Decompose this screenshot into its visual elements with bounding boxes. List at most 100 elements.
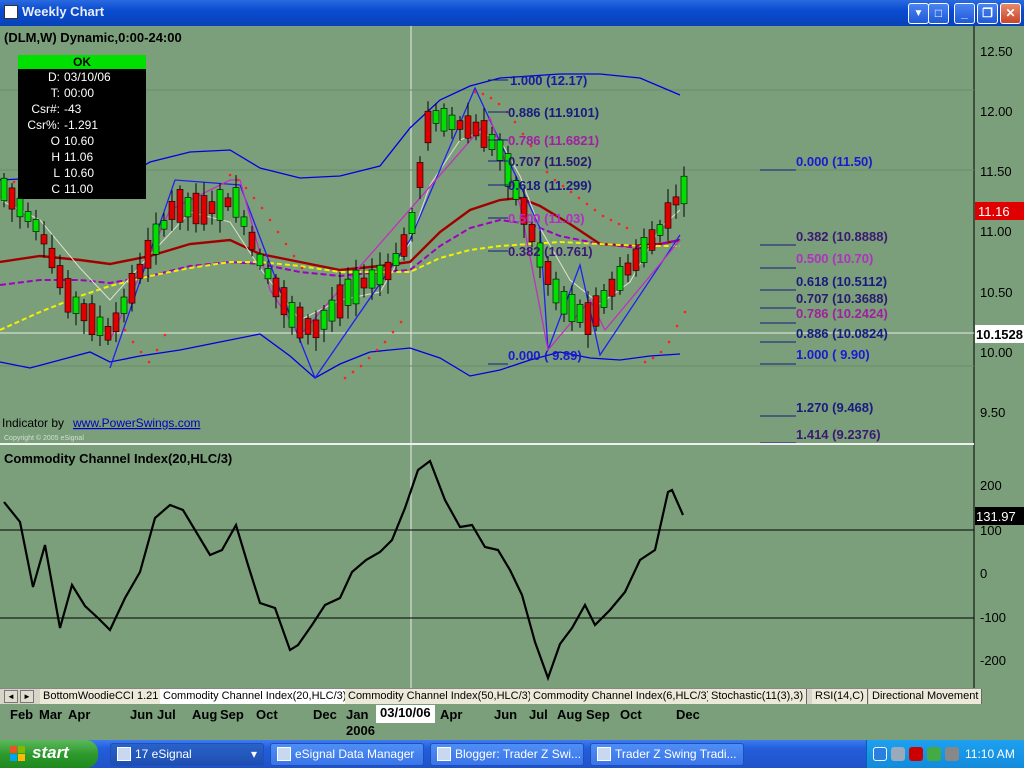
tab-stochastic[interactable]: Stochastic(11(3),3) <box>708 689 808 704</box>
date-tick: Apr <box>440 707 463 722</box>
candle-body <box>392 253 400 266</box>
app-tray-icon[interactable] <box>927 747 941 761</box>
candle-body <box>80 303 88 322</box>
start-button[interactable]: start <box>0 740 98 768</box>
info-row: H 11.06 <box>51 150 94 164</box>
task-trader-z[interactable]: Trader Z Swing Tradi... <box>590 743 744 766</box>
network-icon[interactable] <box>891 747 905 761</box>
candle-body <box>600 290 608 308</box>
candle-body <box>264 268 272 280</box>
candle-body <box>464 115 472 139</box>
candle-body <box>16 197 24 218</box>
cci-tick: 200 <box>980 478 1002 493</box>
date-tick: Feb <box>10 707 34 722</box>
tab-directional-movement[interactable]: Directional Movement <box>869 689 983 704</box>
task-data-manager[interactable]: eSignal Data Manager <box>270 743 424 766</box>
candle-body <box>592 295 600 327</box>
candle-body <box>72 296 80 314</box>
candle-body <box>440 107 448 132</box>
fib-label: 0.000 ( 9.89) <box>508 348 582 363</box>
clock: 11:10 AM <box>965 747 1015 761</box>
windows-taskbar: start 17 eSignal ▾ eSignal Data Manager B… <box>0 740 1024 768</box>
system-tray: 11:10 AM <box>866 740 1024 768</box>
candle-body <box>632 248 640 271</box>
panel-separator[interactable] <box>0 443 974 445</box>
fib-label: 1.414 (9.2376) <box>796 427 881 442</box>
volume-icon[interactable] <box>945 747 959 761</box>
tab-cci-50[interactable]: Commodity Channel Index(50,HLC/3) <box>345 689 536 704</box>
cci-tick: -100 <box>980 610 1006 625</box>
info-row: L 10.60 <box>53 166 95 180</box>
candle-body <box>224 197 232 208</box>
security-icon[interactable] <box>909 747 923 761</box>
candle-body <box>168 200 176 220</box>
cursor-info-box: OK D: 03/10/06 T: 00:00 Csr#: -43 Csr%: -1.2… <box>18 55 146 199</box>
candle-body <box>104 326 112 341</box>
candle-body <box>144 239 152 269</box>
date-tick: Mar <box>39 707 63 722</box>
fib-label: 0.786 (10.2424) <box>796 306 888 321</box>
candle-body <box>120 296 128 314</box>
chart-canvas[interactable]: 12.50 12.00 11.50 11.00 10.50 10.00 9.50… <box>0 0 1024 740</box>
price-tick: 11.00 <box>980 224 1012 239</box>
tab-cci-20[interactable]: Commodity Channel Index(20,HLC/3) <box>160 689 351 704</box>
candle-body <box>424 110 432 144</box>
candle-body <box>304 318 312 335</box>
candle-body <box>480 120 488 148</box>
year-label: 2006 <box>346 723 375 738</box>
task-esignal[interactable]: 17 eSignal ▾ <box>110 743 264 766</box>
candle-body <box>112 312 120 332</box>
powerswings-link[interactable]: www.PowerSwings.com <box>72 416 200 430</box>
candle-body <box>384 261 392 281</box>
price-tick: 12.00 <box>980 104 1013 119</box>
candle-body <box>8 187 16 210</box>
fib-label: 0.786 (11.6821) <box>508 133 599 148</box>
candle-body <box>416 162 424 188</box>
candle-body <box>648 229 656 251</box>
cci-line <box>3 459 685 682</box>
candle-body <box>336 284 344 319</box>
candle-body <box>640 237 648 263</box>
fib-label: 1.000 ( 9.90) <box>796 347 870 362</box>
fib-label: 0.886 (11.9101) <box>508 105 599 120</box>
tab-bottomwoodiecci[interactable]: BottomWoodieCCI 1.21 <box>40 689 163 704</box>
fib-label: 1.270 (9.468) <box>796 400 873 415</box>
date-tick: Aug <box>557 707 583 722</box>
date-tick: Aug <box>192 707 218 722</box>
candle-body <box>296 306 304 339</box>
task-blogger[interactable]: Blogger: Trader Z Swi... <box>430 743 584 766</box>
fib-label: 1.000 (12.17) <box>510 73 587 88</box>
candle-body <box>288 302 296 328</box>
candle-body <box>200 195 208 225</box>
candle-body <box>400 234 408 257</box>
candle-body <box>248 231 256 250</box>
candle-body <box>488 134 496 150</box>
candle-body <box>352 269 360 305</box>
candle-body <box>32 219 40 232</box>
candle-body <box>208 201 216 214</box>
cci-tick: -200 <box>980 653 1006 668</box>
windows-flag-icon <box>10 746 25 761</box>
help-icon[interactable] <box>873 747 887 761</box>
info-row: T: 00:00 <box>50 86 95 100</box>
fib-label: 0.500 (11.03) <box>508 211 585 226</box>
candle-body <box>376 264 384 286</box>
candle-body <box>0 177 8 202</box>
tab-cci-6[interactable]: Commodity Channel Index(6,HLC/3) <box>530 689 715 704</box>
candle-body <box>128 273 136 304</box>
candle-body <box>672 196 680 206</box>
tab-scroll-left[interactable]: ◄ <box>4 690 18 703</box>
candle-body <box>624 262 632 276</box>
tab-rsi[interactable]: RSI(14,C) <box>812 689 868 704</box>
candle-body <box>56 265 64 289</box>
candle-body <box>192 192 200 225</box>
tab-scroll-right[interactable]: ► <box>20 690 34 703</box>
info-row: C 11.00 <box>51 182 94 196</box>
cci-tick: 0 <box>980 566 987 581</box>
price-tick: 10.50 <box>980 285 1013 300</box>
ie-icon <box>437 747 451 761</box>
esignal-icon <box>117 747 131 761</box>
candle-body <box>232 187 240 218</box>
date-tick: Jan <box>346 707 369 722</box>
candle-body <box>432 110 440 124</box>
